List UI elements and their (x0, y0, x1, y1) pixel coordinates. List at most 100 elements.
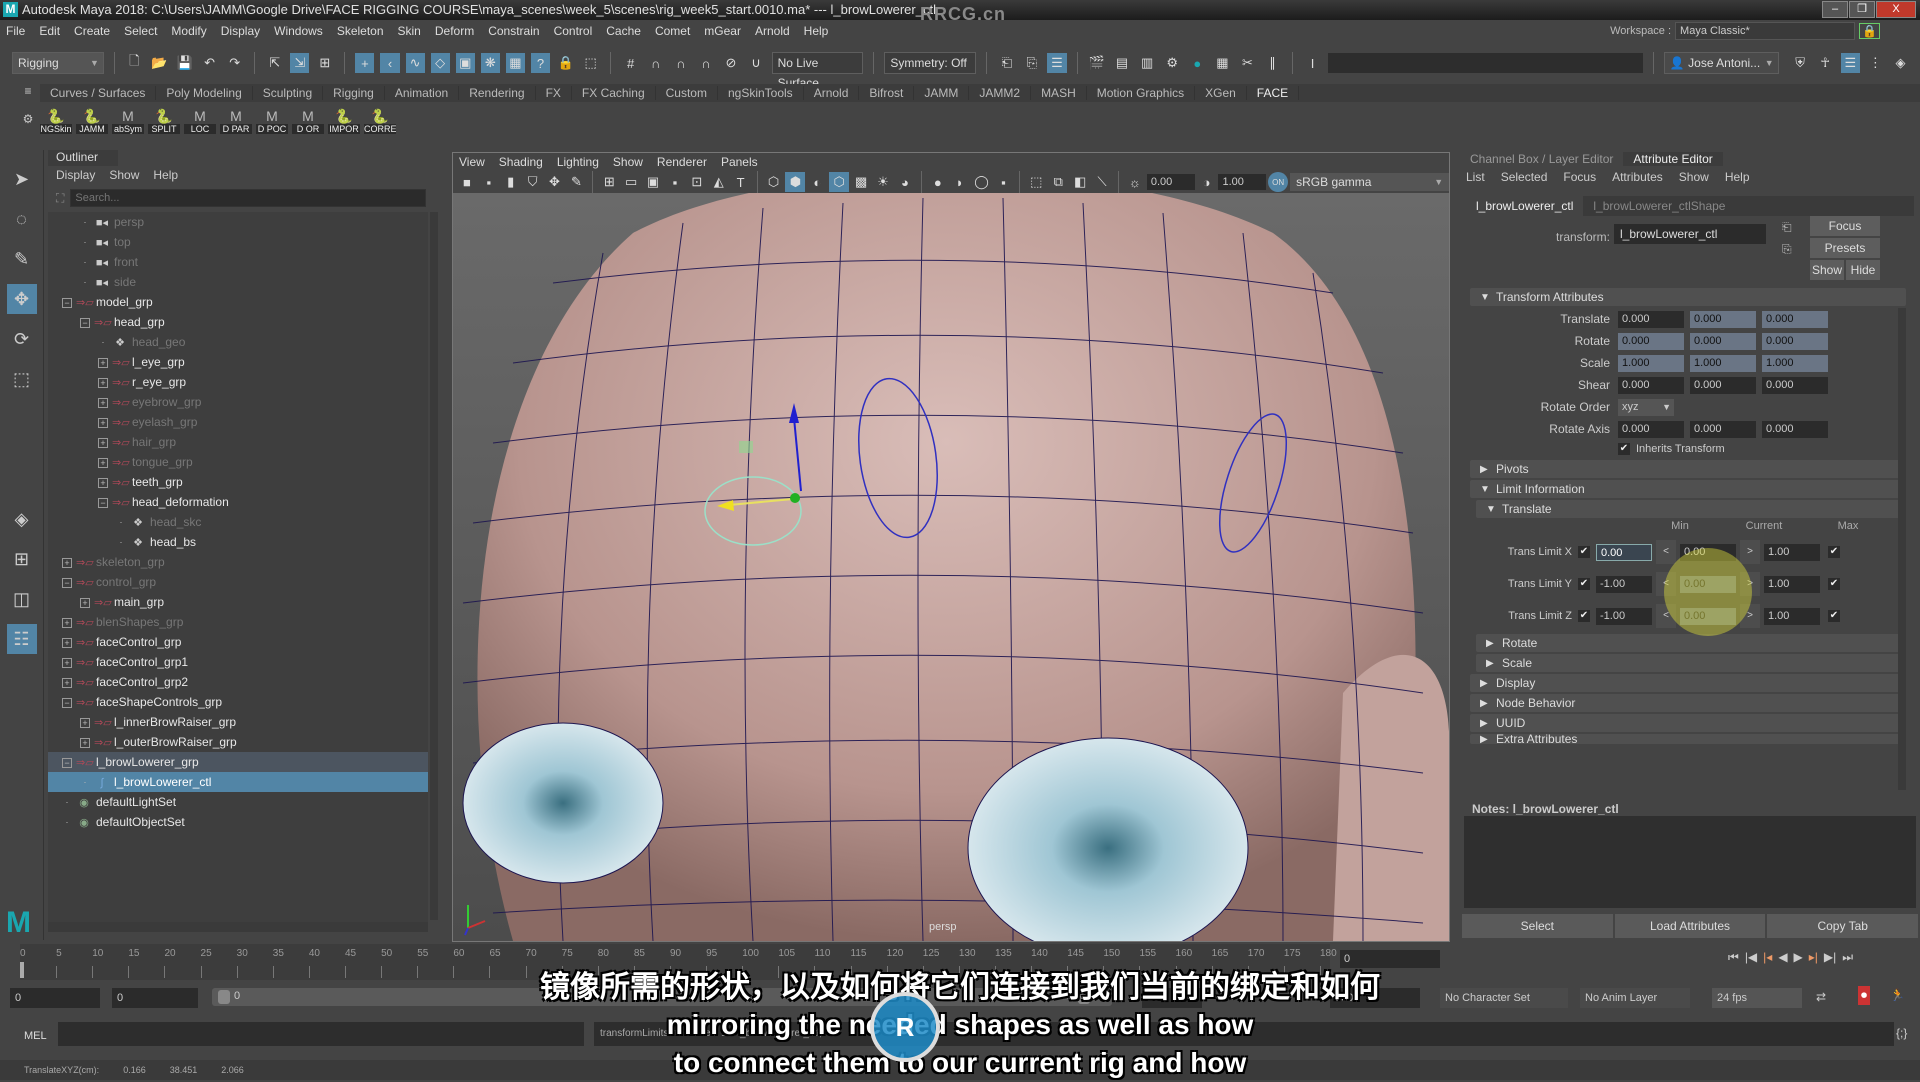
copy-tab-button[interactable]: Copy Tab (1767, 914, 1919, 938)
go-to-output-icon[interactable]: ⎘ (1782, 242, 1792, 257)
set-min-x-button[interactable]: < (1656, 540, 1676, 564)
ae-menu-help[interactable]: Help (1725, 170, 1750, 184)
rotate-axis-x-field[interactable]: 0.000 (1618, 420, 1684, 438)
new-scene-icon[interactable]: 🗋 (125, 53, 144, 73)
menu-cache[interactable]: Cache (606, 24, 641, 38)
menu-modify[interactable]: Modify (171, 24, 206, 38)
notes-textarea[interactable] (1464, 816, 1916, 908)
shelf-tab-motion-graphics[interactable]: Motion Graphics (1087, 86, 1196, 100)
outliner-item[interactable]: + ⇒▱ faceControl_grp (48, 632, 428, 652)
go-to-end-icon[interactable]: ⏭ (1842, 950, 1853, 965)
menu-edit[interactable]: Edit (39, 24, 60, 38)
channel-box-toggle-icon[interactable]: ◈ (1891, 53, 1910, 73)
section-extra-attributes[interactable]: ▶ Extra Attributes (1470, 734, 1906, 744)
min-limit-z-checkbox[interactable]: ✔ (1578, 610, 1590, 622)
motion-blur-icon[interactable]: ◗ (950, 172, 970, 192)
construction-history-icon[interactable]: ⎗ (997, 53, 1016, 73)
four-view-layout-icon[interactable]: ⊞ (7, 544, 37, 574)
current-frame-field[interactable]: 0 (1340, 950, 1440, 968)
outliner-item[interactable]: · ❖ head_bs (48, 532, 428, 552)
lock-icon[interactable]: 🔒 (1859, 23, 1880, 39)
rotate-order-dropdown[interactable]: xyz ▼ (1618, 398, 1674, 416)
outliner-item[interactable]: + ⇒▱ faceControl_grp1 (48, 652, 428, 672)
screen-space-ao-icon[interactable]: ● (928, 172, 948, 192)
section-limit-translate[interactable]: ▼ Translate (1476, 500, 1906, 518)
max-limit-x-field[interactable]: 1.00 (1764, 543, 1820, 561)
select-by-joint-icon[interactable]: ‹ (380, 53, 400, 73)
outliner-item[interactable]: + ⇒▱ l_outerBrowRaiser_grp (48, 732, 428, 752)
menu-file[interactable]: File (6, 24, 25, 38)
ae-menu-attributes[interactable]: Attributes (1612, 170, 1663, 184)
menu-set-dropdown[interactable]: Rigging ▼ (12, 52, 104, 74)
menu-windows[interactable]: Windows (274, 24, 323, 38)
select-by-handle-icon[interactable]: + (355, 53, 375, 73)
grease-pencil-icon[interactable]: ✎ (566, 172, 586, 192)
go-to-start-icon[interactable]: ⏮ (1728, 950, 1739, 965)
shelf-tab-mash[interactable]: MASH (1031, 86, 1087, 100)
scale-x-field[interactable]: 1.000 (1618, 354, 1684, 372)
outliner-item[interactable]: + ⇒▱ teeth_grp (48, 472, 428, 492)
menu-help[interactable]: Help (804, 24, 829, 38)
animation-start-field[interactable]: 0 (10, 988, 100, 1008)
close-button[interactable]: X (1876, 1, 1916, 18)
viewport-menu-show[interactable]: Show (613, 155, 643, 169)
shelf-tab-animation[interactable]: Animation (385, 86, 460, 100)
shelf-tab-sculpting[interactable]: Sculpting (253, 86, 324, 100)
command-language-toggle[interactable]: MEL (24, 1030, 47, 1042)
image-plane-icon[interactable]: ⛉ (523, 172, 543, 192)
tab-attribute-editor[interactable]: Attribute Editor (1623, 152, 1723, 166)
default-lighting-icon[interactable]: ◐ (807, 172, 827, 192)
camera-attributes-icon[interactable]: ▪ (479, 172, 499, 192)
shelf-button-split[interactable]: 🐍 SPLIT (148, 104, 180, 134)
viewport-menu-renderer[interactable]: Renderer (657, 155, 707, 169)
go-to-input-icon[interactable]: ⎗ (1782, 220, 1792, 235)
set-max-x-button[interactable]: > (1740, 540, 1760, 564)
undo-icon[interactable]: ↶ (200, 53, 219, 73)
outliner-item[interactable]: + ⇒▱ r_eye_grp (48, 372, 428, 392)
bookmark-icon[interactable]: ▮ (501, 172, 521, 192)
select-by-render-icon[interactable]: ▦ (505, 53, 525, 73)
outliner-horizontal-scrollbar[interactable] (48, 922, 428, 932)
expand-icon[interactable]: + (62, 617, 72, 628)
filter-icon[interactable]: ⛶ (56, 191, 64, 206)
expand-icon[interactable]: + (98, 397, 108, 408)
translate-x-field[interactable]: 0.000 (1618, 310, 1684, 328)
outliner-layout-icon[interactable]: ☷ (6, 624, 37, 654)
outliner-item[interactable]: + ⇒▱ main_grp (48, 592, 428, 612)
range-end-handle[interactable] (1078, 990, 1090, 1004)
viewport-menu-view[interactable]: View (459, 155, 485, 169)
select-by-curve-icon[interactable]: ∿ (405, 53, 425, 73)
ae-menu-selected[interactable]: Selected (1501, 170, 1548, 184)
xray-components-icon[interactable]: ⟍ (1092, 172, 1112, 192)
max-limit-z-checkbox[interactable]: ✔ (1828, 610, 1840, 622)
min-limit-x-field[interactable]: 0.00 (1596, 543, 1652, 561)
play-backward-icon[interactable]: ◀ (1778, 950, 1787, 965)
outliner-item[interactable]: + ⇒▱ l_innerBrowRaiser_grp (48, 712, 428, 732)
textured-icon[interactable]: ▩ (851, 172, 871, 192)
menu-mgear[interactable]: mGear (704, 24, 741, 38)
snap-live-icon[interactable]: ⊘ (721, 53, 740, 73)
redo-icon[interactable]: ↷ (225, 53, 244, 73)
shear-y-field[interactable]: 0.000 (1690, 376, 1756, 394)
field-chart-icon[interactable]: ⊡ (687, 172, 707, 192)
shelf-settings-icon[interactable]: ⚙ (23, 112, 34, 126)
playback-start-field[interactable]: 0 (112, 988, 198, 1008)
viewport-menu-lighting[interactable]: Lighting (557, 155, 599, 169)
rotate-z-field[interactable]: 0.000 (1762, 332, 1828, 350)
outliner-item[interactable]: + ⇒▱ hair_grp (48, 432, 428, 452)
shelf-tab-rigging[interactable]: Rigging (323, 86, 385, 100)
rotate-tool-icon[interactable]: ⟳ (7, 324, 37, 354)
modeling-toolkit-icon[interactable]: ⛨ (1791, 53, 1810, 73)
select-tool-icon[interactable]: ➤ (7, 164, 37, 194)
focus-button[interactable]: Focus (1810, 216, 1880, 236)
outliner-menu-show[interactable]: Show (109, 168, 139, 182)
expand-icon[interactable]: + (62, 657, 72, 668)
shelf-tab-curves-surfaces[interactable]: Curves / Surfaces (40, 86, 157, 100)
select-component-icon[interactable]: ⊞ (315, 53, 334, 73)
collapse-icon[interactable]: − (62, 577, 72, 588)
rotate-x-field[interactable]: 0.000 (1618, 332, 1684, 350)
scale-z-field[interactable]: 1.000 (1762, 354, 1828, 372)
character-controls-icon[interactable]: ☥ (1816, 53, 1835, 73)
max-limit-x-checkbox[interactable]: ✔ (1828, 546, 1840, 558)
paint-select-tool-icon[interactable]: ✎ (7, 244, 37, 274)
